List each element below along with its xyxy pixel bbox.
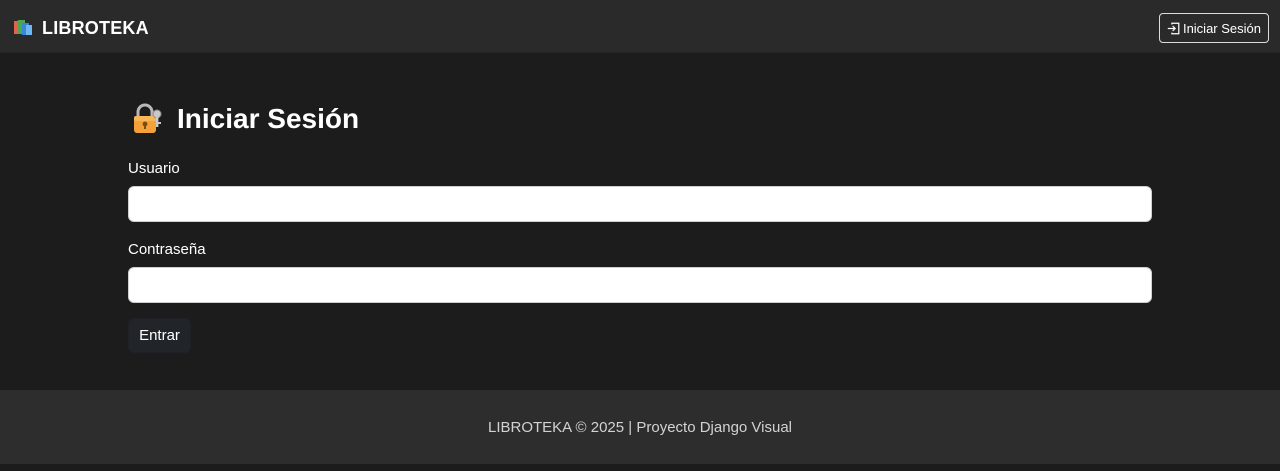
brand-link[interactable]: LIBROTEKA <box>14 17 149 39</box>
lock-key-icon <box>133 103 163 135</box>
books-icon <box>14 20 34 36</box>
sign-in-icon <box>1167 22 1180 35</box>
submit-button[interactable]: Entrar <box>128 318 191 353</box>
bottom-strip <box>0 464 1280 471</box>
login-button[interactable]: Iniciar Sesión <box>1158 13 1269 43</box>
login-button-label: Iniciar Sesión <box>1182 20 1261 36</box>
page-heading: Iniciar Sesión <box>133 101 359 137</box>
username-label: Usuario <box>128 160 180 177</box>
password-field[interactable] <box>128 267 1152 303</box>
login-section: Iniciar Sesión Usuario Contraseña Entrar <box>0 53 1280 390</box>
footer: LIBROTEKA © 2025 | Proyecto Django Visua… <box>0 390 1280 464</box>
username-field[interactable] <box>128 186 1152 222</box>
page-title: Iniciar Sesión <box>177 103 360 134</box>
brand-name: LIBROTEKA <box>42 17 149 38</box>
footer-text: LIBROTEKA © 2025 | Proyecto Django Visua… <box>488 418 792 436</box>
password-label: Contraseña <box>128 241 206 258</box>
navbar: LIBROTEKA Iniciar Sesión <box>0 0 1280 53</box>
